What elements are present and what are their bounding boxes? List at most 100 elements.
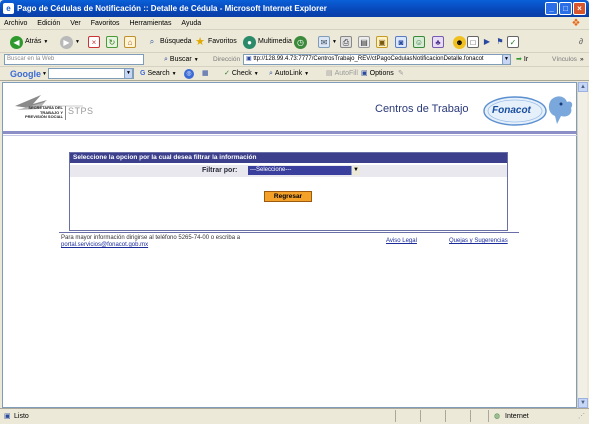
chevron-down-icon[interactable]: ▼ <box>351 166 360 175</box>
media-button[interactable]: ● Multimedia <box>243 34 292 50</box>
complaints-link[interactable]: Quejas y Sugerencias <box>449 238 508 244</box>
checklist-button[interactable]: ✓ <box>507 34 519 50</box>
footer-rule <box>59 232 519 233</box>
options-button[interactable]: ▣ Options <box>361 67 394 81</box>
smiley-button[interactable]: ☻ <box>453 34 466 50</box>
star-icon: ★ <box>195 36 205 48</box>
search-address-bar: Buscar en la Web ⌕ Buscar ▼ Dirección ▣ t… <box>0 53 589 67</box>
popup-icon: ▦ <box>202 70 209 77</box>
google-pagerank-button[interactable]: ◎ <box>184 67 194 81</box>
menu-ver[interactable]: Ver <box>66 17 85 30</box>
menu-edicion[interactable]: Edición <box>33 17 64 30</box>
google-search-button[interactable]: G Search ▼ <box>140 67 177 81</box>
edit-icon: ▤ <box>358 36 370 48</box>
header-rule-thin <box>3 135 578 136</box>
search-icon: ⌕ <box>149 37 155 46</box>
menu-archivo[interactable]: Archivo <box>0 17 31 30</box>
google-menu-icon[interactable]: ▼ <box>42 67 47 81</box>
resize-grip-icon[interactable]: ⋰ <box>578 409 585 424</box>
address-dropdown-icon[interactable]: ▼ <box>502 54 511 65</box>
history-button[interactable]: ◷ <box>294 34 307 50</box>
filter-select[interactable]: ---Seleccione--- ▼ <box>248 166 360 175</box>
vertical-scrollbar[interactable]: ▲ ▼ <box>577 82 588 408</box>
go-button[interactable]: ➡ Ir <box>516 53 528 67</box>
fonacot-logo: Fonacot <box>481 92 575 130</box>
scroll-down-icon[interactable]: ▼ <box>578 398 588 408</box>
home-icon: ⌂ <box>124 36 136 48</box>
back-button[interactable]: ◀ Atrás ▼ <box>10 34 48 50</box>
autofill-icon: ▤ <box>326 70 333 77</box>
highlight-button[interactable]: ✎ <box>398 67 404 81</box>
stop-button[interactable]: × <box>88 34 100 50</box>
check-button[interactable]: ✓ Check ▼ <box>224 67 259 81</box>
menu-herramientas[interactable]: Herramientas <box>125 17 175 30</box>
google-toolbar: Google ▼ ▼ G Search ▼ ◎ ▦ ✓ Check ▼ ⌕ AutoL… <box>0 67 589 81</box>
links-chevron-icon[interactable]: » <box>580 53 584 67</box>
window-titlebar: e Pago de Cédulas de Notificación :: Det… <box>0 0 589 17</box>
regresar-button[interactable]: Regresar <box>264 191 312 202</box>
research-icon: ◙ <box>395 36 407 48</box>
messenger-button[interactable]: ☺ <box>413 34 425 50</box>
checklist-icon: ✓ <box>507 36 519 48</box>
play-button[interactable]: ▶ <box>481 34 493 50</box>
discuss-icon: ▣ <box>376 36 388 48</box>
forward-arrow-icon: ▶ <box>60 35 73 49</box>
autolink-button[interactable]: ⌕ AutoLink ▼ <box>269 67 309 81</box>
internet-zone-icon: ◍ <box>494 413 501 420</box>
flag-icon: ⚑ <box>496 37 504 46</box>
edit-button[interactable]: ▤ <box>358 34 370 50</box>
close-button[interactable]: × <box>573 2 586 15</box>
print-icon: ⎙ <box>340 36 352 48</box>
ie-icon: e <box>3 3 14 14</box>
toolbar-options-button[interactable]: ∂ <box>575 34 587 50</box>
play-icon: ▶ <box>483 37 491 46</box>
web-search-button[interactable]: ⌕ Buscar ▼ <box>164 53 199 67</box>
site-title: Centros de Trabajo <box>375 103 469 115</box>
minimize-button[interactable]: _ <box>545 2 558 15</box>
menu-ayuda[interactable]: Ayuda <box>177 17 205 30</box>
google-popup-button[interactable]: ▦ <box>202 67 209 81</box>
google-search-input[interactable] <box>48 68 134 79</box>
pagerank-icon: ◎ <box>184 69 194 79</box>
link-icon: ∂ <box>579 37 583 46</box>
links-button[interactable]: Vínculos <box>552 53 577 67</box>
status-text: Listo <box>14 413 29 420</box>
favorites-button[interactable]: ★ Favoritos <box>194 34 237 50</box>
square-icon: □ <box>467 36 479 48</box>
google-dropdown-icon[interactable]: ▼ <box>124 68 133 79</box>
search-button[interactable]: ⌕ Búsqueda <box>146 34 192 50</box>
filter-label: Filtrar por: <box>202 167 238 174</box>
contact-email-link[interactable]: portal.servicios@fonacot.gob.mx <box>61 242 148 248</box>
address-input[interactable]: ▣ ttp://128.99.4.73:7777/CentrosTrabajo_… <box>243 54 511 65</box>
menu-bar: Archivo Edición Ver Favoritos Herramient… <box>0 17 589 30</box>
print-button[interactable]: ⎙ <box>340 34 352 50</box>
google-logo[interactable]: Google <box>10 67 41 81</box>
zone-text: Internet <box>505 413 529 420</box>
menu-favoritos[interactable]: Favoritos <box>87 17 124 30</box>
home-button[interactable]: ⌂ <box>124 34 136 50</box>
header-rule <box>3 131 578 134</box>
discuss-button[interactable]: ▣ <box>376 34 388 50</box>
maximize-button[interactable]: □ <box>559 2 572 15</box>
forward-button[interactable]: ▶ ▼ <box>60 34 80 50</box>
footer-contact: Para mayor información dirigirse al telé… <box>61 235 240 249</box>
extension-icon: ♣ <box>432 36 444 48</box>
autofill-button[interactable]: ▤ AutoFill <box>326 67 358 81</box>
history-icon: ◷ <box>294 35 307 49</box>
page-content: SECRETARÍA DEL TRABAJO Y PREVISIÓN SOCIA… <box>2 82 578 408</box>
web-search-input[interactable]: Buscar en la Web <box>4 54 144 65</box>
flag-button[interactable]: ⚑ <box>494 34 506 50</box>
legal-notice-link[interactable]: Aviso Legal <box>386 238 417 244</box>
mail-button[interactable]: ✉ ▼ <box>318 34 337 50</box>
scroll-up-icon[interactable]: ▲ <box>578 82 588 92</box>
filter-panel: Seleccione la opcion por la cual desea f… <box>69 152 508 231</box>
filter-selected-value: ---Seleccione--- <box>250 167 292 173</box>
refresh-icon: ↻ <box>106 36 118 48</box>
refresh-button[interactable]: ↻ <box>106 34 118 50</box>
standard-toolbar: ◀ Atrás ▼ ▶ ▼ × ↻ ⌂ ⌕ Búsqueda ★ Favoritos… <box>0 31 589 53</box>
research-button[interactable]: ◙ <box>395 34 407 50</box>
address-label: Dirección <box>213 56 241 63</box>
pencil-icon: ✎ <box>398 70 404 77</box>
toolbar-square-button[interactable]: □ <box>467 34 479 50</box>
extension-button[interactable]: ♣ <box>432 34 444 50</box>
